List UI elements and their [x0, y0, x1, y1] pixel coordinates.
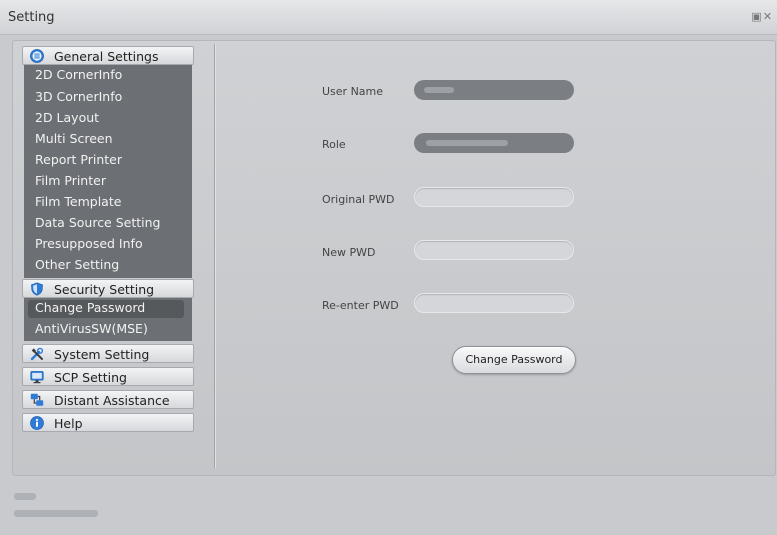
list-icon: [30, 49, 44, 63]
username-label: User Name: [322, 85, 384, 98]
original-pwd-label: Original PWD: [322, 193, 395, 206]
role-label: Role: [322, 138, 346, 151]
nav-item-antivirus[interactable]: AntiVirusSW(MSE): [35, 321, 148, 336]
nav-item-film-printer[interactable]: Film Printer: [35, 173, 106, 188]
new-pwd-label: New PWD: [322, 246, 376, 259]
info-icon: [30, 416, 44, 430]
tools-icon: [30, 347, 44, 361]
close-icon[interactable]: ✕: [762, 11, 773, 22]
change-password-button[interactable]: Change Password: [452, 346, 576, 374]
nav-section-label: SCP Setting: [54, 370, 127, 385]
nav-section-security[interactable]: Security Setting: [22, 279, 194, 298]
general-settings-list: 2D CornerInfo 3D CornerInfo 2D Layout Mu…: [24, 65, 192, 278]
nav-item-change-password[interactable]: Change Password: [35, 300, 145, 315]
redacted-text: [14, 493, 36, 500]
nav-section-label: Distant Assistance: [54, 393, 170, 408]
nav-section-label: Security Setting: [54, 282, 155, 297]
nav-item-presupposed-info[interactable]: Presupposed Info: [35, 236, 143, 251]
nav-section-label: General Settings: [54, 49, 159, 64]
username-field: [414, 80, 574, 100]
nav-item-film-template[interactable]: Film Template: [35, 194, 121, 209]
original-pwd-input[interactable]: [414, 187, 574, 207]
redacted-value: [426, 140, 508, 146]
nav-item-other-setting[interactable]: Other Setting: [35, 257, 119, 272]
reenter-pwd-label: Re-enter PWD: [322, 299, 399, 312]
nav-item-report-printer[interactable]: Report Printer: [35, 152, 122, 167]
nav-item-3d-cornerinfo[interactable]: 3D CornerInfo: [35, 89, 122, 104]
nav-section-system[interactable]: System Setting: [22, 344, 194, 363]
role-field: [414, 133, 574, 153]
restore-icon[interactable]: ▣: [751, 11, 762, 22]
redacted-value: [424, 87, 454, 93]
nav-item-2d-cornerinfo[interactable]: 2D CornerInfo: [35, 67, 122, 82]
nav-item-2d-layout[interactable]: 2D Layout: [35, 110, 99, 125]
nav-section-general[interactable]: General Settings: [22, 46, 194, 65]
nav-item-data-source-setting[interactable]: Data Source Setting: [35, 215, 160, 230]
nav-section-help[interactable]: Help: [22, 413, 194, 432]
window-title: Setting: [8, 10, 55, 25]
security-settings-list: Change Password AntiVirusSW(MSE): [24, 298, 192, 341]
nav-section-label: Help: [54, 416, 83, 431]
remote-assistance-icon: [30, 393, 44, 406]
reenter-pwd-input[interactable]: [414, 293, 574, 313]
shield-icon: [31, 282, 43, 296]
monitor-icon: [30, 371, 44, 384]
nav-section-distant-assistance[interactable]: Distant Assistance: [22, 390, 194, 409]
redacted-text: [14, 510, 98, 517]
nav-section-label: System Setting: [54, 347, 150, 362]
new-pwd-input[interactable]: [414, 240, 574, 260]
title-bar: Setting ▣✕: [0, 0, 777, 35]
status-area: [12, 488, 132, 528]
nav-item-multi-screen[interactable]: Multi Screen: [35, 131, 113, 146]
vertical-divider: [214, 44, 215, 468]
nav-section-scp[interactable]: SCP Setting: [22, 367, 194, 386]
window-controls: ▣✕: [751, 10, 773, 23]
